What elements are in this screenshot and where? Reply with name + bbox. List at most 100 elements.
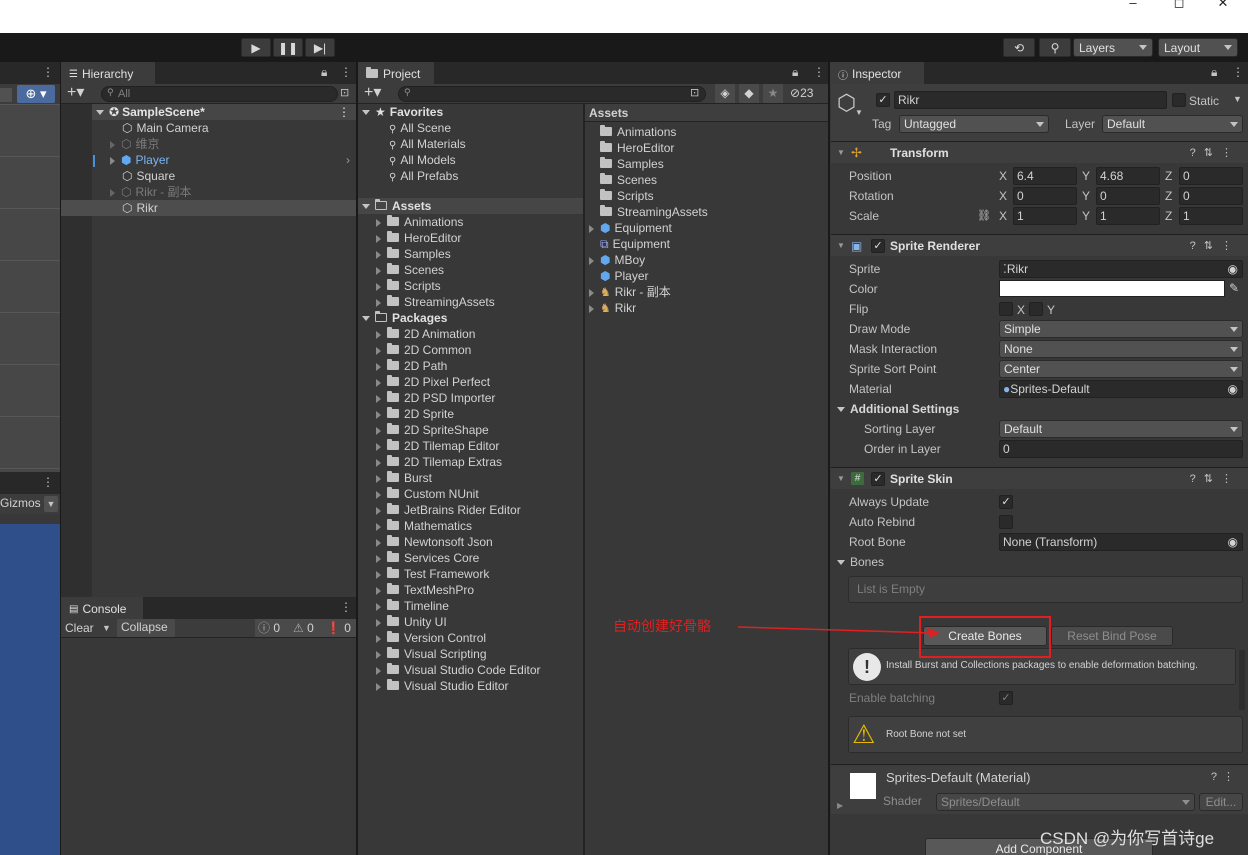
folder-item[interactable]: HeroEditor xyxy=(376,230,461,246)
folder-item[interactable]: StreamingAssets xyxy=(376,294,495,310)
asset-item[interactable]: ⬢ Player xyxy=(589,268,649,284)
package-item[interactable]: 2D Common xyxy=(376,342,471,358)
tab-hierarchy[interactable]: ☰ Hierarchy xyxy=(61,62,155,84)
layout-dropdown[interactable]: Layout xyxy=(1158,38,1238,57)
flip-x-checkbox[interactable] xyxy=(999,302,1013,316)
package-item[interactable]: JetBrains Rider Editor xyxy=(376,502,521,518)
component-header-icons[interactable]: ?⇅⋮ xyxy=(1190,146,1240,159)
menu-icon[interactable]: ⋮ xyxy=(340,600,352,614)
asset-item[interactable]: Animations xyxy=(589,124,676,140)
mask-interaction-dropdown[interactable]: None xyxy=(999,340,1243,358)
error-filter[interactable]: ❗ 0 xyxy=(326,620,351,636)
search-by-type-icon[interactable]: ⊡ xyxy=(690,86,699,99)
search-button[interactable]: ⚲ xyxy=(1039,38,1071,57)
package-item[interactable]: Visual Scripting xyxy=(376,646,487,662)
folder-item[interactable]: Animations xyxy=(376,214,463,230)
chevron-down-icon[interactable]: ▼ xyxy=(102,620,111,636)
assets-header[interactable]: Assets xyxy=(358,198,583,214)
hierarchy-item-main-camera[interactable]: ⬡ Main Camera xyxy=(122,120,209,136)
menu-icon[interactable]: ⋮ xyxy=(338,104,350,120)
scene-row[interactable]: ✪ SampleScene* ⋮ xyxy=(92,104,356,120)
additional-settings-foldout[interactable]: Additional Settings xyxy=(837,401,959,417)
package-item[interactable]: 2D Tilemap Extras xyxy=(376,454,502,470)
close-icon[interactable]: ✕ xyxy=(1212,0,1234,10)
package-item[interactable]: Version Control xyxy=(376,630,486,646)
package-item[interactable]: Unity UI xyxy=(376,614,447,630)
game-view[interactable]: ⋮ Gizmos ▼ xyxy=(0,472,60,855)
favorite-item[interactable]: ⚲ All Prefabs xyxy=(389,168,458,184)
pos-x-field[interactable]: 6.4 xyxy=(1013,167,1077,185)
menu-icon[interactable]: ⋮ xyxy=(340,65,352,79)
chevron-down-icon[interactable]: ▼ xyxy=(44,496,58,512)
edit-shader-button[interactable]: Edit... xyxy=(1199,793,1243,811)
gizmo-toggle-icon[interactable]: ⊕ ▾ xyxy=(17,85,55,103)
static-checkbox[interactable] xyxy=(1172,93,1186,107)
asset-item[interactable]: ⧉ Equipment xyxy=(589,236,670,252)
root-bone-field[interactable]: None (Transform) ◉ xyxy=(999,533,1243,551)
sprite-sort-point-dropdown[interactable]: Center xyxy=(999,360,1243,378)
breadcrumb-assets[interactable]: Assets xyxy=(589,106,628,120)
component-header-icons[interactable]: ?⇅⋮ xyxy=(1190,472,1240,485)
asset-item[interactable]: Scenes xyxy=(589,172,657,188)
bones-foldout[interactable]: Bones xyxy=(837,554,884,570)
scene-view[interactable]: ⋮ ⊕ ▾ xyxy=(0,62,60,472)
history-button[interactable]: ⟲ xyxy=(1003,38,1035,57)
lock-icon[interactable]: 🔒︎ xyxy=(321,65,327,80)
minimize-icon[interactable]: – xyxy=(1122,0,1144,10)
star-icon[interactable]: ★ xyxy=(763,84,783,103)
package-item[interactable]: 2D Pixel Perfect xyxy=(376,374,490,390)
menu-icon[interactable]: ⋮ xyxy=(1232,65,1244,79)
info-filter[interactable]: ⓘ 0 xyxy=(258,620,280,636)
rot-z-field[interactable]: 0 xyxy=(1179,187,1243,205)
tag-dropdown[interactable]: Untagged xyxy=(899,115,1049,133)
sprite-skin-header[interactable]: ▼ # ✓ Sprite Skin ?⇅⋮ xyxy=(831,467,1248,489)
lock-icon[interactable]: 🔒︎ xyxy=(792,65,798,80)
active-checkbox[interactable]: ✓ xyxy=(876,93,890,107)
scale-x-field[interactable]: 1 xyxy=(1013,207,1077,225)
package-item[interactable]: TextMeshPro xyxy=(376,582,474,598)
add-icon[interactable]: +▾ xyxy=(67,84,84,102)
hierarchy-item-viking[interactable]: ⬡ 维京 xyxy=(110,136,160,152)
hierarchy-item-rikr-copy[interactable]: ⬡ Rikr - 副本 xyxy=(110,184,191,200)
pos-y-field[interactable]: 4.68 xyxy=(1096,167,1160,185)
sorting-layer-dropdown[interactable]: Default xyxy=(999,420,1243,438)
sprite-skin-enabled-checkbox[interactable]: ✓ xyxy=(871,472,885,486)
folder-item[interactable]: Samples xyxy=(376,246,451,262)
component-header-icons[interactable]: ?⋮ xyxy=(1211,770,1240,783)
scrollbar[interactable] xyxy=(1239,650,1245,710)
add-icon[interactable]: +▾ xyxy=(364,84,381,102)
chevron-down-icon[interactable]: ▼ xyxy=(1233,94,1242,104)
tab-inspector[interactable]: ⓘ Inspector xyxy=(830,62,924,84)
package-item[interactable]: 2D Tilemap Editor xyxy=(376,438,499,454)
object-picker-icon[interactable]: ◉ xyxy=(1228,381,1238,397)
color-swatch[interactable] xyxy=(999,280,1225,297)
package-item[interactable]: Services Core xyxy=(376,550,479,566)
filter-by-type-icon[interactable]: ◈ xyxy=(715,84,735,103)
layers-dropdown[interactable]: Layers xyxy=(1073,38,1153,57)
package-item[interactable]: Test Framework xyxy=(376,566,489,582)
collapse-toggle[interactable]: Collapse xyxy=(117,619,175,637)
folder-item[interactable]: Scenes xyxy=(376,262,444,278)
packages-header[interactable]: Packages xyxy=(362,310,447,326)
package-item[interactable]: Visual Studio Code Editor xyxy=(376,662,541,678)
hidden-packages-toggle[interactable]: ⊘23 xyxy=(790,86,813,100)
lock-icon[interactable]: 🔒︎ xyxy=(1211,65,1217,80)
package-item[interactable]: Timeline xyxy=(376,598,449,614)
tab-project[interactable]: Project xyxy=(358,62,434,84)
favorite-item[interactable]: ⚲ All Materials xyxy=(389,136,466,152)
pause-button[interactable]: ❚❚ xyxy=(273,38,303,57)
package-item[interactable]: Visual Studio Editor xyxy=(376,678,509,694)
sprite-renderer-header[interactable]: ▼ ▣ ✓ Sprite Renderer ?⇅⋮ xyxy=(831,234,1248,256)
sprite-renderer-enabled-checkbox[interactable]: ✓ xyxy=(871,239,885,253)
always-update-checkbox[interactable]: ✓ xyxy=(999,495,1013,509)
object-name-field[interactable]: Rikr xyxy=(894,91,1167,109)
layer-dropdown[interactable]: Default xyxy=(1102,115,1243,133)
rot-x-field[interactable]: 0 xyxy=(1013,187,1077,205)
rot-y-field[interactable]: 0 xyxy=(1096,187,1160,205)
hierarchy-item-rikr[interactable]: ⬡ Rikr xyxy=(61,200,356,216)
flip-y-checkbox[interactable] xyxy=(1029,302,1043,316)
object-picker-icon[interactable]: ◉ xyxy=(1228,261,1238,277)
object-picker-icon[interactable]: ◉ xyxy=(1228,534,1238,550)
asset-item[interactable]: Scripts xyxy=(589,188,654,204)
favorite-item[interactable]: ⚲ All Scene xyxy=(389,120,451,136)
